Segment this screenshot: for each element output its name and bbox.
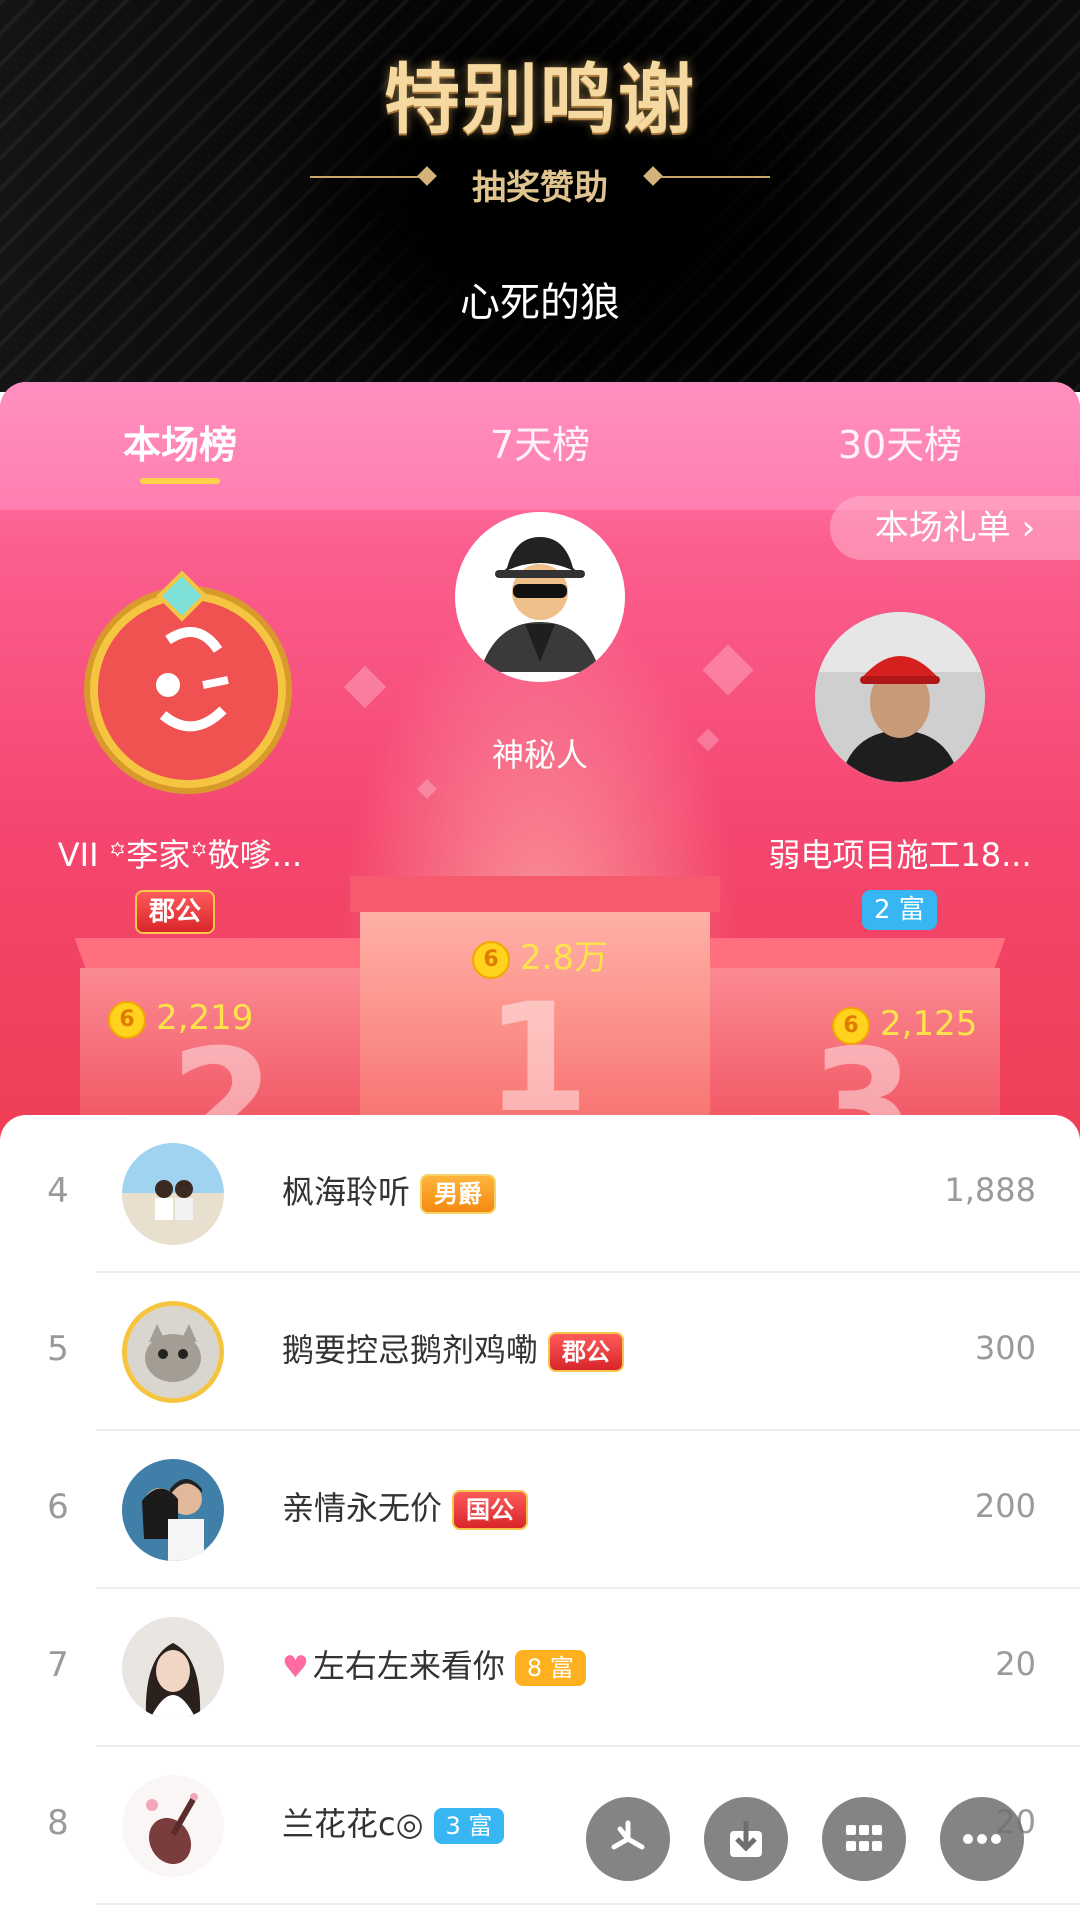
user-photo-icon (815, 612, 985, 782)
divider-line (660, 176, 770, 178)
score-value: 2,125 (880, 1004, 978, 1044)
sponsor-name: 心死的狼 (460, 280, 620, 326)
banner-subtitle-group: 抽奖赞助 (310, 160, 770, 208)
list-item[interactable]: 8 兰花花c◎3 富 20 (0, 1747, 1080, 1905)
grid-button[interactable] (822, 1797, 906, 1881)
divider-line (310, 176, 420, 178)
banner-title: 特别鸣谢 (384, 55, 696, 144)
pipa-instrument-icon (122, 1775, 224, 1877)
podium-top (350, 876, 720, 912)
thanks-banner: 特别鸣谢 抽奖赞助 心死的狼 (0, 0, 1080, 392)
tab-bar: 本场榜 7天榜 30天榜 (0, 382, 1080, 510)
avatar[interactable] (122, 1143, 224, 1245)
woman-photo-icon (122, 1617, 224, 1719)
gift-list-label: 本场礼单 (874, 508, 1011, 548)
more-button[interactable] (940, 1797, 1024, 1881)
contribution-score: 1,888 (944, 1171, 1036, 1209)
coin-icon: 6 (832, 1006, 870, 1045)
rank-number: 6 (47, 1487, 69, 1527)
podium-top (684, 938, 1006, 968)
avatar-third-place[interactable] (815, 612, 985, 782)
download-icon (730, 1821, 762, 1857)
heart-icon: ♥ (282, 1650, 309, 1685)
active-tab-indicator (140, 478, 220, 484)
rank-badge: 国公 (452, 1490, 529, 1530)
rank-badge: 郡公 (135, 890, 216, 934)
chevron-right-icon: › (1021, 508, 1036, 548)
smiley-logo-icon (98, 600, 278, 780)
grid-icon (846, 1825, 882, 1851)
beach-couple-icon (122, 1143, 224, 1245)
avatar-first-place[interactable] (455, 512, 625, 682)
cat-icon (127, 1306, 219, 1398)
list-item[interactable]: 5 鹅要控忌鹅剂鸡嘞 郡公 300 (0, 1273, 1080, 1431)
rank-badge: 男爵 (420, 1174, 497, 1214)
rank-number: 4 (47, 1171, 69, 1211)
third-place-score: 6 2,125 (832, 1004, 977, 1045)
tab-30-days[interactable]: 30天榜 (820, 414, 980, 469)
contribution-score: 20 (995, 1645, 1036, 1683)
second-place-name: VII ꙳李家꙳敬嗲... (57, 836, 303, 874)
list-item[interactable]: 7 ♥ 左右左来看你 8 富 20 (0, 1589, 1080, 1747)
score-value: 2.8万 (520, 938, 609, 978)
leaderboard-card: 本场榜 7天榜 30天榜 本场礼单 › 2 3 1 神秘人 VII ꙳李家꙳敬嗲… (0, 382, 1080, 1142)
first-place-name: 神秘人 (491, 736, 588, 774)
avatar[interactable] (122, 1617, 224, 1719)
wealth-badge: 2 富 (862, 890, 937, 930)
contribution-score: 300 (974, 1329, 1036, 1367)
wealth-badge: 8 富 (514, 1650, 586, 1686)
rank-badge: 郡公 (548, 1332, 625, 1372)
score-value: 2,219 (156, 998, 254, 1038)
user-name: 鹅要控忌鹅剂鸡嘞 郡公 (282, 1325, 625, 1372)
couple-photo-icon (122, 1459, 224, 1561)
contribution-score: 200 (974, 1487, 1036, 1525)
tab-current-session[interactable]: 本场榜 (100, 414, 260, 469)
user-name-text: 左右左来看你 (312, 1647, 505, 1685)
user-name: ♥ 左右左来看你 8 富 (282, 1641, 586, 1687)
user-name: 兰花花c◎ 3 富 (282, 1799, 505, 1845)
gift-list-link[interactable]: 本场礼单 › (830, 496, 1080, 560)
share-icon (611, 1820, 645, 1850)
avatar[interactable] (122, 1775, 224, 1877)
user-name-text: 亲情永无价 (282, 1489, 443, 1527)
more-icon (963, 1834, 1001, 1844)
user-name: 枫海聆听 男爵 (282, 1167, 497, 1214)
rank-number: 7 (47, 1645, 69, 1685)
list-item[interactable]: 4 枫海聆听 男爵 1,888 (0, 1115, 1080, 1273)
download-button[interactable] (704, 1797, 788, 1881)
avatar[interactable] (122, 1301, 224, 1403)
rank-number: 8 (47, 1803, 69, 1843)
second-place-badge: 郡公 (135, 890, 216, 934)
user-name-text: 枫海聆听 (282, 1173, 411, 1211)
podium-top (74, 938, 386, 968)
second-place-score: 6 2,219 (108, 998, 253, 1039)
wealth-badge: 3 富 (433, 1808, 505, 1844)
diamond-icon (417, 166, 437, 186)
avatar-second-place[interactable] (90, 592, 286, 788)
third-place-badge: 2 富 (862, 890, 937, 930)
tab-7-days[interactable]: 7天榜 (460, 414, 620, 469)
user-name-text: 鹅要控忌鹅剂鸡嘞 (282, 1331, 539, 1369)
list-item[interactable]: 6 亲情永无价 国公 200 (0, 1431, 1080, 1589)
banner-subtitle: 抽奖赞助 (472, 168, 608, 208)
rank-number: 5 (47, 1329, 69, 1369)
third-place-name: 弱电项目施工18... (768, 836, 1032, 874)
user-name-text: 兰花花c◎ (282, 1805, 424, 1843)
coin-icon: 6 (472, 940, 510, 979)
share-button[interactable] (586, 1797, 670, 1881)
mystery-man-icon (455, 512, 625, 682)
ranking-list: 4 枫海聆听 男爵 1,888 5 鹅要控忌鹅剂鸡嘞 郡公 300 6 亲情永无… (0, 1115, 1080, 1920)
divider (96, 1903, 1080, 1905)
first-place-score: 6 2.8万 (472, 930, 608, 979)
avatar[interactable] (122, 1459, 224, 1561)
user-name: 亲情永无价 国公 (282, 1483, 529, 1530)
coin-icon: 6 (108, 1000, 146, 1039)
